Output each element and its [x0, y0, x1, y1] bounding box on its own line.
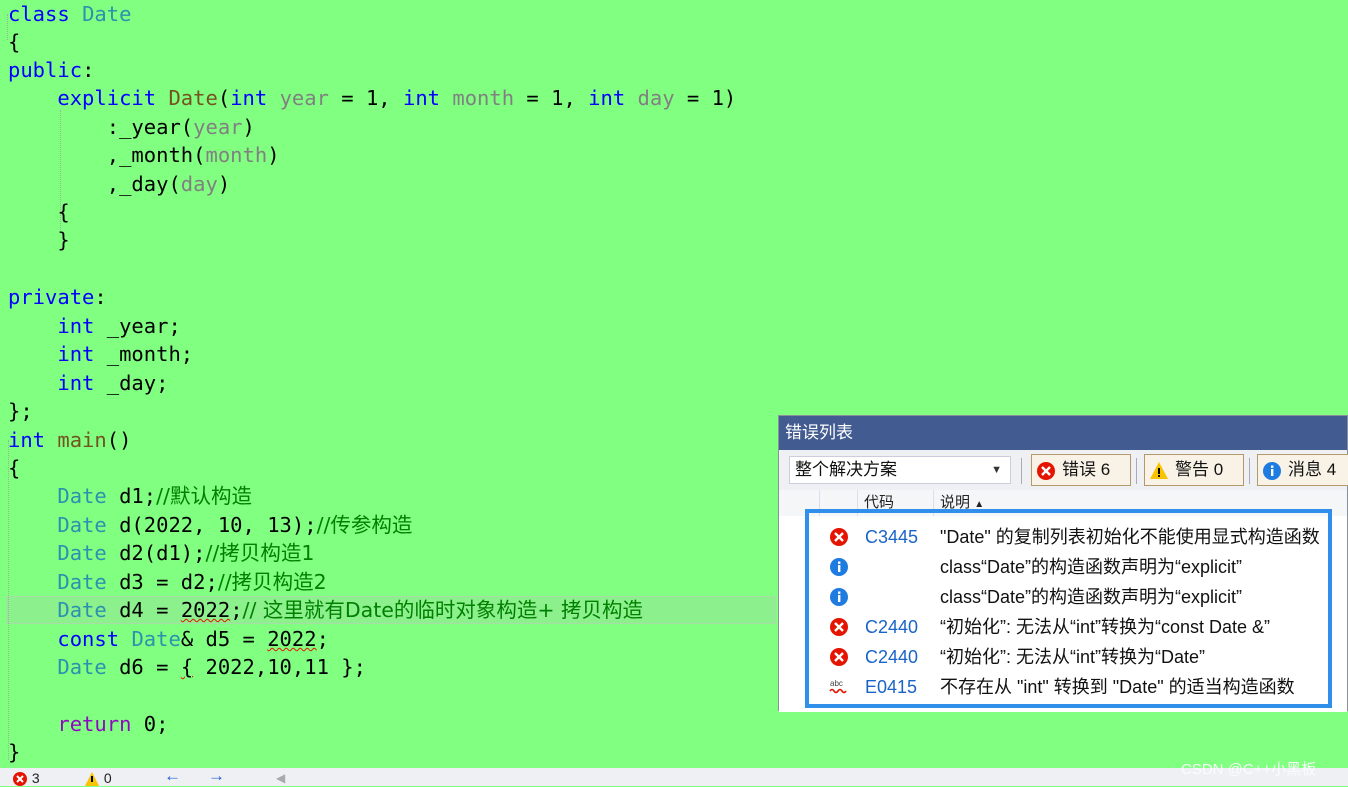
code-line-26: return 0;	[57, 712, 169, 736]
error-code[interactable]: C2440	[865, 642, 918, 672]
info-icon	[830, 588, 848, 606]
error-icon	[830, 648, 848, 666]
error-count: 3	[31, 770, 40, 786]
code-line-21: Date d3 = d2;//拷贝构造2	[57, 570, 327, 594]
error-description: "Date" 的复制列表初始化不能使用显式构造函数	[940, 527, 1320, 547]
error-icon	[830, 618, 848, 636]
spellcheck-icon: abc	[829, 679, 847, 694]
error-description: class“Date”的构造函数声明为“explicit”	[940, 557, 1243, 577]
code-line-1: class Date	[8, 2, 132, 26]
code-line-7: ,_day(day)	[8, 172, 231, 196]
description-header-label: 说明	[940, 494, 971, 511]
error-list-toolbar: 整个解决方案 ▼ 错误 6 警告 0 消息 4	[779, 450, 1348, 490]
info-icon	[830, 558, 848, 576]
info-icon	[1263, 461, 1281, 480]
code-line-23: const Date& d5 = 2022;	[57, 627, 329, 651]
code-line-18: Date d1;//默认构造	[57, 484, 252, 508]
warning-count-indicator[interactable]: 0	[84, 770, 112, 787]
code-line-9: }	[8, 228, 70, 252]
warning-icon	[85, 772, 99, 787]
code-line-2: {	[8, 30, 21, 54]
scroll-left-icon[interactable]: ◀	[276, 770, 285, 786]
error-row[interactable]: abc E0415 不存在从 "int" 转换到 "Date" 的适当构造函数	[779, 672, 1347, 702]
error-icon	[13, 772, 27, 787]
code-line-20: Date d2(d1);//拷贝构造1	[57, 541, 315, 565]
watermark: CSDN @C++小黑板	[1181, 761, 1317, 778]
divider	[1021, 458, 1022, 484]
code-line-8: {	[8, 200, 70, 224]
error-code[interactable]: C2440	[865, 612, 918, 642]
warning-icon	[1150, 461, 1168, 479]
error-code[interactable]: C3445	[865, 522, 918, 552]
code-line-24: Date d6 = { 2022,10,11 };	[57, 655, 366, 679]
column-header-kind[interactable]	[819, 490, 858, 516]
chevron-down-icon: ▼	[991, 464, 1002, 476]
code-line-12: int _year;	[57, 314, 181, 338]
navigate-back-icon[interactable]: ←	[164, 767, 181, 784]
code-line-27: }	[8, 740, 21, 764]
code-line-3: public:	[8, 58, 95, 82]
errors-filter-button[interactable]: 错误 6	[1031, 454, 1131, 486]
code-line-14: int _day;	[57, 371, 169, 395]
error-list-panel: 错误列表 整个解决方案 ▼ 错误 6 警告 0 消息 4 代码 说明 ▲ C34…	[778, 415, 1348, 712]
error-row[interactable]: C2440 “初始化”: 无法从“int”转换为“Date”	[779, 642, 1347, 672]
error-list-header: 代码 说明 ▲	[779, 490, 1347, 517]
column-header-code[interactable]: 代码	[857, 490, 934, 516]
code-line-5: :_year(year)	[8, 115, 255, 139]
scope-value: 整个解决方案	[795, 460, 897, 479]
error-description: “初始化”: 无法从“int”转换为“const Date &”	[940, 617, 1271, 637]
error-icon	[830, 528, 848, 546]
error-description: 不存在从 "int" 转换到 "Date" 的适当构造函数	[940, 677, 1295, 697]
warnings-filter-label: 警告 0	[1175, 460, 1224, 479]
code-line-6: ,_month(month)	[8, 143, 280, 167]
code-line-17: {	[8, 456, 21, 480]
code-line-16: int main()	[8, 428, 132, 452]
error-list-rows: C3445 "Date" 的复制列表初始化不能使用显式构造函数 class“Da…	[779, 516, 1347, 712]
error-count-indicator[interactable]: 3	[12, 770, 40, 787]
warning-count: 0	[103, 770, 112, 786]
messages-filter-label: 消息 4	[1288, 460, 1337, 479]
divider	[1249, 458, 1250, 484]
error-row[interactable]: C3445 "Date" 的复制列表初始化不能使用显式构造函数	[779, 522, 1347, 552]
code-line-15: };	[8, 399, 33, 423]
messages-filter-button[interactable]: 消息 4	[1257, 454, 1348, 486]
error-row[interactable]: class“Date”的构造函数声明为“explicit”	[779, 552, 1347, 582]
error-icon	[1037, 461, 1055, 480]
error-code[interactable]: E0415	[865, 672, 917, 702]
code-line-13: int _month;	[57, 342, 194, 366]
code-line-22: Date d4 = 2022;// 这里就有Date的临时对象构造+ 拷贝构造	[57, 598, 644, 622]
panel-title: 错误列表	[779, 416, 1347, 450]
warnings-filter-button[interactable]: 警告 0	[1144, 454, 1244, 486]
column-header-description[interactable]: 说明 ▲	[933, 490, 1020, 516]
error-description: “初始化”: 无法从“int”转换为“Date”	[940, 647, 1205, 667]
error-row[interactable]: C2440 “初始化”: 无法从“int”转换为“const Date &”	[779, 612, 1347, 642]
error-description: class“Date”的构造函数声明为“explicit”	[940, 587, 1243, 607]
navigate-forward-icon[interactable]: →	[208, 767, 225, 784]
editor-status-bar: 3 0 ← → ◀	[0, 767, 1348, 787]
code-line-11: private:	[8, 285, 107, 309]
scope-dropdown[interactable]: 整个解决方案 ▼	[789, 456, 1011, 484]
svg-text:abc: abc	[830, 679, 843, 688]
errors-filter-label: 错误 6	[1062, 460, 1111, 479]
code-line-4: explicit Date(int year = 1, int month = …	[57, 86, 737, 110]
sort-ascending-icon: ▲	[974, 499, 985, 510]
error-row[interactable]: class“Date”的构造函数声明为“explicit”	[779, 582, 1347, 612]
divider	[1136, 458, 1137, 484]
code-line-19: Date d(2022, 10, 13);//传参构造	[57, 513, 413, 537]
